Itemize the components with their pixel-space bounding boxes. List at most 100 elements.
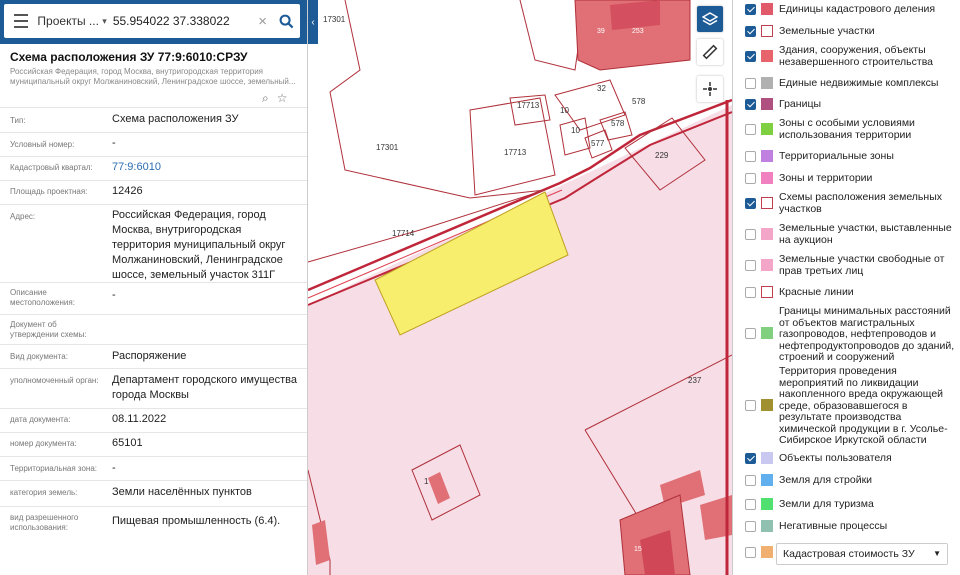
cadastral-cost-label: Кадастровая стоимость ЗУ: [783, 548, 915, 560]
layer-swatch: [761, 228, 773, 240]
layer-checkbox[interactable]: [745, 260, 756, 271]
chevron-down-icon[interactable]: ▾: [102, 16, 107, 27]
layer-swatch: [761, 123, 773, 135]
row-label: номер документа:: [10, 439, 77, 448]
layer-label: Границы минимальных расстояний от объект…: [779, 305, 955, 363]
parcel-label: 578: [611, 119, 625, 128]
layer-checkbox[interactable]: [745, 499, 756, 510]
info-row: Адрес: Российская Федерация, город Москв…: [0, 204, 307, 282]
layer-swatch: [761, 50, 773, 62]
layer-swatch: [761, 3, 773, 15]
search-icon[interactable]: [272, 4, 300, 38]
info-row: Документ об утверждении схемы:: [0, 314, 307, 344]
parcel-label: 17713: [504, 148, 527, 157]
close-icon[interactable]: ×: [253, 13, 273, 30]
layer-checkbox[interactable]: [745, 400, 756, 411]
row-value: Пищевая промышленность (6.4).: [112, 515, 281, 527]
parcel-label: 229: [655, 151, 669, 160]
row-label: дата документа:: [10, 415, 71, 424]
row-label: Территориальная зона:: [10, 464, 98, 473]
cadastral-cost-select[interactable]: Кадастровая стоимость ЗУ ▼: [776, 543, 948, 565]
layer-checkbox[interactable]: [745, 173, 756, 184]
row-value: Схема расположения ЗУ: [112, 113, 239, 125]
layer-label: Здания, сооружения, объекты незавершенно…: [779, 44, 933, 68]
row-label: Документ об утверждении схемы:: [10, 320, 87, 339]
layer-checkbox[interactable]: [745, 475, 756, 486]
layer-swatch: [761, 98, 773, 110]
locate-button[interactable]: [697, 76, 723, 102]
object-title: Схема расположения ЗУ 77:9:6010:СРЗУ: [10, 50, 248, 64]
search-box: Проекты ... ▾ ×: [4, 4, 300, 38]
row-value: Земли населённых пунктов: [112, 486, 252, 498]
parcel-label: 253: [632, 28, 644, 35]
info-row: уполномоченный орган: Департамент городс…: [0, 368, 307, 408]
layer-checkbox[interactable]: [745, 521, 756, 532]
chevron-down-icon[interactable]: ▼: [933, 544, 941, 564]
layer-swatch: [761, 197, 773, 209]
layer-swatch: [761, 498, 773, 510]
parcel-label: 17301: [323, 15, 346, 24]
star-icon[interactable]: ☆: [277, 91, 288, 106]
info-row: категория земель: Земли населённых пункт…: [0, 480, 307, 506]
row-label: Тип:: [10, 116, 26, 125]
menu-icon[interactable]: [4, 4, 37, 38]
layer-swatch: [761, 25, 773, 37]
layer-swatch: [761, 77, 773, 89]
info-row: Вид документа: Распоряжение: [0, 344, 307, 368]
layer-label: Земельные участки свободные от прав трет…: [779, 253, 945, 277]
layer-swatch: [761, 259, 773, 271]
layer-label: Красные линии: [779, 286, 854, 298]
layer-checkbox[interactable]: [745, 99, 756, 110]
ruler-icon: [702, 44, 718, 60]
layer-checkbox[interactable]: [745, 229, 756, 240]
object-address-preview: Российская Федерация, город Москва, внут…: [10, 67, 296, 86]
layer-checkbox[interactable]: [745, 124, 756, 135]
row-label: Площадь проектная:: [10, 187, 88, 196]
row-value: -: [112, 289, 116, 301]
layer-checkbox[interactable]: [745, 287, 756, 298]
ruler-button[interactable]: [697, 39, 723, 65]
info-row: Тип: Схема расположения ЗУ: [0, 107, 307, 132]
zoom-to-object-icon[interactable]: ⌕: [262, 91, 269, 106]
layer-checkbox[interactable]: [745, 51, 756, 62]
info-row: вид разрешенного использования: Пищевая …: [0, 506, 307, 575]
layer-checkbox[interactable]: [745, 547, 756, 558]
layer-swatch: [761, 399, 773, 411]
info-row: дата документа: 08.11.2022: [0, 408, 307, 432]
layer-checkbox[interactable]: [745, 328, 756, 339]
layer-label: Негативные процессы: [779, 520, 888, 532]
info-row: Описание местоположения: -: [0, 282, 307, 314]
layer-swatch: [761, 150, 773, 162]
layer-checkbox[interactable]: [745, 151, 756, 162]
layer-label: Земельные участки, выставленные на аукци…: [779, 222, 952, 246]
layer-checkbox[interactable]: [745, 453, 756, 464]
info-row: номер документа: 65101: [0, 432, 307, 456]
layer-checkbox[interactable]: [745, 26, 756, 37]
layers-button[interactable]: [697, 6, 723, 32]
layer-checkbox[interactable]: [745, 4, 756, 15]
search-mode-select[interactable]: Проекты ...: [37, 14, 102, 28]
row-label: Условный номер:: [10, 140, 75, 149]
layer-label: Земельные участки: [779, 25, 875, 37]
row-value: -: [112, 137, 116, 149]
collapse-panel-button[interactable]: ‹: [308, 0, 318, 44]
cadastral-quarter-link[interactable]: 77:9:6010: [112, 160, 298, 175]
parcel-label: 39: [597, 28, 605, 35]
row-label: Вид документа:: [10, 352, 68, 361]
info-row: Площадь проектная: 12426: [0, 180, 307, 204]
layer-label: Зоны и территории: [779, 172, 873, 184]
row-label: уполномоченный орган:: [10, 376, 99, 385]
row-label: Кадастровый квартал:: [10, 163, 93, 172]
layer-label: Объекты пользователя: [779, 452, 892, 464]
search-input[interactable]: [112, 14, 253, 28]
row-label: Адрес:: [10, 212, 36, 221]
layer-checkbox[interactable]: [745, 198, 756, 209]
parcel-label: 1: [424, 477, 429, 486]
row-value: 65101: [112, 437, 143, 449]
row-value: -: [112, 462, 116, 474]
layer-checkbox[interactable]: [745, 78, 756, 89]
layer-label: Единицы кадастрового деления: [779, 3, 936, 15]
layer-label: Земля для стройки: [779, 474, 873, 486]
parcel-label: 577: [591, 139, 605, 148]
parcel-label: 10: [571, 126, 580, 135]
